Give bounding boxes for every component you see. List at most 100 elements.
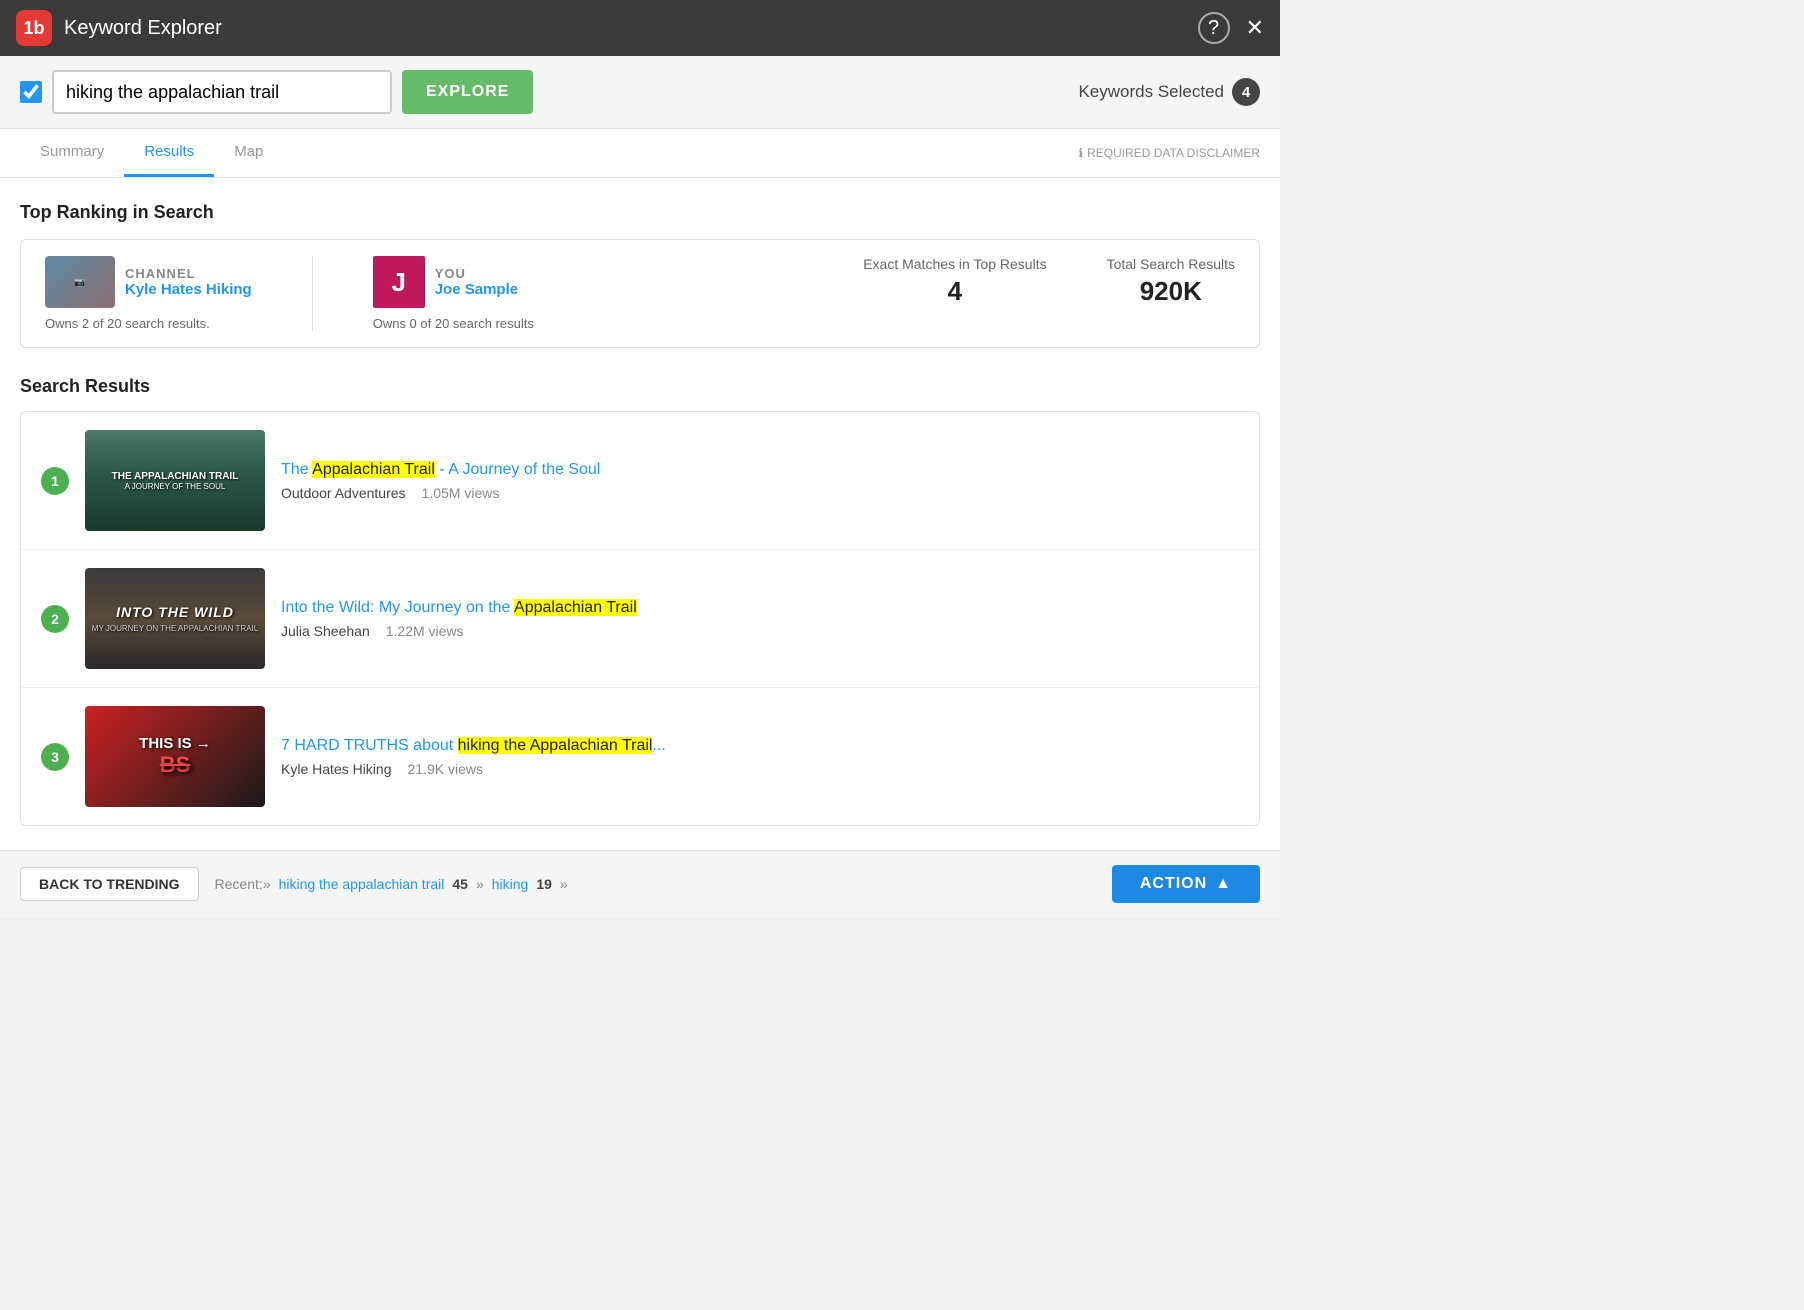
result-channel-1[interactable]: Outdoor Adventures bbox=[281, 485, 406, 501]
table-row: 3 THIS IS → BS 7 HARD TRUTHS about hikin… bbox=[21, 688, 1259, 825]
disclaimer: ℹ REQUIRED DATA DISCLAIMER bbox=[1079, 146, 1260, 160]
you-row: J YOU Joe Sample bbox=[373, 256, 534, 308]
disclaimer-text: REQUIRED DATA DISCLAIMER bbox=[1087, 146, 1260, 160]
divider-1 bbox=[312, 256, 313, 331]
thumb-img-1: THE APPALACHIAN TRAIL A JOURNEY OF THE S… bbox=[85, 430, 265, 531]
keywords-selected-label: Keywords Selected bbox=[1078, 82, 1224, 102]
result-info-2: Into the Wild: My Journey on the Appalac… bbox=[281, 599, 1239, 639]
recent-count-2: 19 bbox=[536, 876, 552, 892]
recent-arrow-2: » bbox=[560, 876, 568, 892]
titlebar: 1b Keyword Explorer ? ✕ bbox=[0, 0, 1280, 56]
result-thumb-1: THE APPALACHIAN TRAIL A JOURNEY OF THE S… bbox=[85, 430, 265, 531]
result-channel-3[interactable]: Kyle Hates Hiking bbox=[281, 761, 392, 777]
title-highlight: Appalachian Trail bbox=[312, 461, 435, 478]
close-button[interactable]: ✕ bbox=[1246, 15, 1264, 41]
result-info-3: 7 HARD TRUTHS about hiking the Appalachi… bbox=[281, 737, 1239, 777]
tabs-bar: Summary Results Map ℹ REQUIRED DATA DISC… bbox=[0, 129, 1280, 178]
back-to-trending-button[interactable]: BACK TO TRENDING bbox=[20, 867, 199, 901]
table-row: 2 INTO THE WILD MY JOURNEY ON THE APPALA… bbox=[21, 550, 1259, 688]
channel-name[interactable]: Kyle Hates Hiking bbox=[125, 281, 252, 298]
search-area: EXPLORE Keywords Selected 4 bbox=[0, 56, 1280, 129]
result-number-3: 3 bbox=[41, 743, 69, 771]
action-button[interactable]: ACTION ▲ bbox=[1112, 865, 1260, 903]
titlebar-left: 1b Keyword Explorer bbox=[16, 10, 222, 46]
help-button[interactable]: ? bbox=[1198, 12, 1230, 44]
thumb-text-3: THIS IS → BS bbox=[135, 731, 215, 782]
you-owns: Owns 0 of 20 search results bbox=[373, 316, 534, 331]
thumb-text-1: THE APPALACHIAN TRAIL A JOURNEY OF THE S… bbox=[112, 471, 239, 491]
recent-keyword-2[interactable]: hiking bbox=[492, 876, 529, 892]
explore-button[interactable]: EXPLORE bbox=[402, 70, 533, 114]
total-results-stat: Total Search Results 920K bbox=[1107, 256, 1235, 307]
recent-arrow-1: » bbox=[476, 876, 484, 892]
tab-results[interactable]: Results bbox=[124, 129, 214, 177]
recent-section: Recent:» hiking the appalachian trail 45… bbox=[215, 876, 568, 892]
you-info: YOU Joe Sample bbox=[435, 266, 518, 298]
recent-count-1: 45 bbox=[452, 876, 468, 892]
tab-summary[interactable]: Summary bbox=[20, 129, 124, 177]
channel-label: CHANNEL bbox=[125, 266, 252, 281]
bottom-bar: BACK TO TRENDING Recent:» hiking the app… bbox=[0, 850, 1280, 917]
tabs-left: Summary Results Map bbox=[20, 129, 283, 177]
total-results-label: Total Search Results bbox=[1107, 256, 1235, 272]
ranking-stats: Exact Matches in Top Results 4 Total Sea… bbox=[863, 256, 1235, 307]
result-title-3[interactable]: 7 HARD TRUTHS about hiking the Appalachi… bbox=[281, 737, 1239, 755]
result-views-1: 1.05M views bbox=[422, 485, 500, 501]
result-thumb-3: THIS IS → BS bbox=[85, 706, 265, 807]
action-label: ACTION bbox=[1140, 875, 1207, 893]
titlebar-right: ? ✕ bbox=[1198, 12, 1264, 44]
search-results-title: Search Results bbox=[20, 376, 1260, 397]
title-ellipsis: ... bbox=[652, 737, 665, 754]
results-container: 1 THE APPALACHIAN TRAIL A JOURNEY OF THE… bbox=[20, 411, 1260, 826]
title-text-2: - A Journey of the Soul bbox=[435, 461, 600, 478]
keywords-selected-badge: 4 bbox=[1232, 78, 1260, 106]
recent-keyword-1[interactable]: hiking the appalachian trail bbox=[279, 876, 445, 892]
channel-thumbnail: 📷 bbox=[45, 256, 115, 308]
title-text: The bbox=[281, 461, 312, 478]
total-results-value: 920K bbox=[1140, 276, 1202, 307]
title-highlight-3: hiking the Appalachian Trail bbox=[458, 737, 653, 754]
exact-matches-value: 4 bbox=[948, 276, 962, 307]
thumb-img-3: THIS IS → BS bbox=[85, 706, 265, 807]
result-views-3: 21.9K views bbox=[408, 761, 483, 777]
result-title-2[interactable]: Into the Wild: My Journey on the Appalac… bbox=[281, 599, 1239, 617]
result-meta-1: Outdoor Adventures 1.05M views bbox=[281, 485, 1239, 501]
tab-map[interactable]: Map bbox=[214, 129, 283, 177]
keywords-selected: Keywords Selected 4 bbox=[1078, 78, 1260, 106]
info-icon: ℹ bbox=[1079, 146, 1084, 160]
ranking-card: 📷 CHANNEL Kyle Hates Hiking Owns 2 of 20… bbox=[20, 239, 1260, 348]
result-meta-3: Kyle Hates Hiking 21.9K views bbox=[281, 761, 1239, 777]
result-number-1: 1 bbox=[41, 467, 69, 495]
you-name[interactable]: Joe Sample bbox=[435, 281, 518, 298]
result-info-1: The Appalachian Trail - A Journey of the… bbox=[281, 461, 1239, 501]
you-label: YOU bbox=[435, 266, 518, 281]
result-number-2: 2 bbox=[41, 605, 69, 633]
channel-row: 📷 CHANNEL Kyle Hates Hiking bbox=[45, 256, 252, 308]
channel-thumbnail-img: 📷 bbox=[45, 256, 115, 308]
channel-thumb-text: 📷 bbox=[72, 275, 87, 290]
result-meta-2: Julia Sheehan 1.22M views bbox=[281, 623, 1239, 639]
title-text-b: 7 HARD TRUTHS about bbox=[281, 737, 458, 754]
result-views-2: 1.22M views bbox=[386, 623, 464, 639]
result-title-1[interactable]: The Appalachian Trail - A Journey of the… bbox=[281, 461, 1239, 479]
you-avatar: J bbox=[373, 256, 425, 308]
channel-owns: Owns 2 of 20 search results. bbox=[45, 316, 252, 331]
title-highlight-2: Appalachian Trail bbox=[514, 599, 637, 616]
app-icon: 1b bbox=[16, 10, 52, 46]
recent-label: Recent:» bbox=[215, 876, 271, 892]
exact-matches-stat: Exact Matches in Top Results 4 bbox=[863, 256, 1046, 307]
channel-info: CHANNEL Kyle Hates Hiking bbox=[125, 266, 252, 298]
title-text-a: Into the Wild: My Journey on the bbox=[281, 599, 514, 616]
action-arrow-icon: ▲ bbox=[1215, 875, 1232, 893]
thumb-img-2: INTO THE WILD MY JOURNEY ON THE APPALACH… bbox=[85, 568, 265, 669]
top-ranking-title: Top Ranking in Search bbox=[20, 202, 1260, 223]
search-checkbox[interactable] bbox=[20, 81, 42, 103]
exact-matches-label: Exact Matches in Top Results bbox=[863, 256, 1046, 272]
app-title: Keyword Explorer bbox=[64, 17, 222, 40]
result-channel-2[interactable]: Julia Sheehan bbox=[281, 623, 370, 639]
search-input[interactable] bbox=[52, 70, 392, 114]
ranking-channel-block: 📷 CHANNEL Kyle Hates Hiking Owns 2 of 20… bbox=[45, 256, 252, 331]
thumb-text-2: INTO THE WILD MY JOURNEY ON THE APPALACH… bbox=[92, 604, 258, 633]
result-thumb-2: INTO THE WILD MY JOURNEY ON THE APPALACH… bbox=[85, 568, 265, 669]
table-row: 1 THE APPALACHIAN TRAIL A JOURNEY OF THE… bbox=[21, 412, 1259, 550]
